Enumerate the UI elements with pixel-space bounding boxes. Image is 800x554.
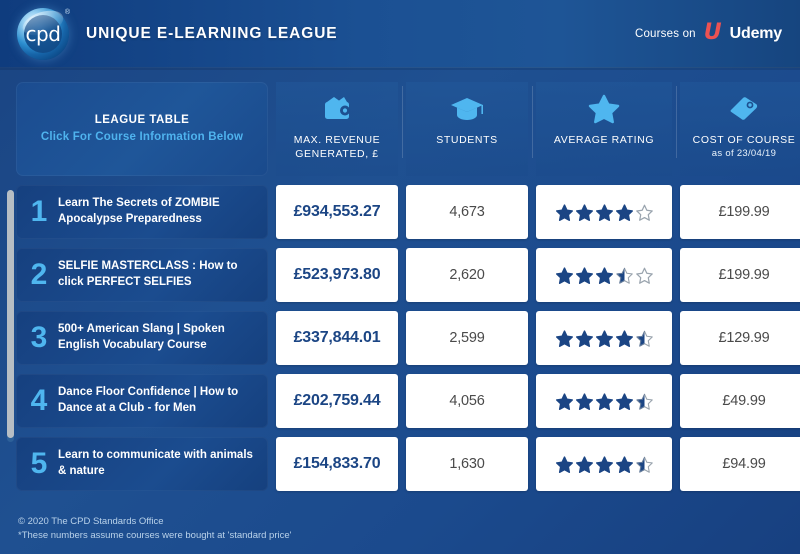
course-cell[interactable]: 4 Dance Floor Confidence | How to Dance a… (16, 374, 268, 428)
league-table-subtitle: Click For Course Information Below (40, 131, 244, 143)
column-header-revenue: MAX. REVENUE GENERATED, £ (276, 82, 398, 176)
cost-cell: £199.99 (680, 185, 800, 239)
star-rating (555, 455, 653, 473)
top-header-bar: cpd ® UNIQUE E-LEARNING LEAGUE Courses o… (0, 0, 800, 70)
course-title: Learn The Secrets of ZOMBIE Apocalypse P… (58, 197, 220, 225)
rating-cell (536, 437, 672, 491)
price-tag-icon (727, 92, 761, 126)
course-title: SELFIE MASTERCLASS : How to click PERFEC… (58, 260, 238, 288)
rank-number: 3 (30, 321, 48, 354)
course-cell[interactable]: 1 Learn The Secrets of ZOMBIE Apocalypse … (16, 185, 268, 239)
rating-cell (536, 374, 672, 428)
column-header-rating-label: AVERAGE RATING (553, 134, 655, 146)
revenue-value: £154,833.70 (293, 455, 381, 472)
students-value: 2,599 (449, 330, 485, 346)
udemy-attribution[interactable]: Courses on U Udemy (634, 19, 783, 45)
cost-value: £49.99 (722, 393, 766, 409)
star-rating (555, 392, 653, 410)
cost-cell: £199.99 (680, 248, 800, 302)
revenue-value: £202,759.44 (293, 392, 381, 409)
course-cell[interactable]: 5 Learn to communicate with animals & nat… (16, 437, 268, 491)
table-row[interactable]: 3 500+ American Slang | Spoken English Vo… (16, 311, 800, 365)
vertical-scrollbar-thumb[interactable] (7, 190, 14, 438)
course-cell[interactable]: 2 SELFIE MASTERCLASS : How to click PERFE… (16, 248, 268, 302)
column-header-students: STUDENTS (402, 82, 528, 176)
rating-cell (536, 311, 672, 365)
course-title: Learn to communicate with animals & natu… (58, 449, 253, 477)
column-header-cost: COST OF COURSE as of 23/04/19 (676, 82, 800, 176)
students-cell: 1,630 (406, 437, 528, 491)
registered-trademark-icon: ® (64, 8, 70, 16)
cpd-logo[interactable]: cpd ® (14, 5, 72, 63)
table-row[interactable]: 2 SELFIE MASTERCLASS : How to click PERFE… (16, 248, 800, 302)
cpd-logo-text: cpd (25, 21, 61, 46)
column-header-revenue-label: MAX. REVENUE GENERATED, £ (294, 133, 381, 161)
graduation-cap-icon (449, 92, 485, 126)
league-table: LEAGUE TABLE Click For Course Informatio… (0, 68, 800, 491)
column-header-rating: AVERAGE RATING (532, 82, 672, 176)
revenue-cell: £202,759.44 (276, 374, 398, 428)
revenue-cell: £154,833.70 (276, 437, 398, 491)
udemy-wordmark: Udemy (729, 24, 783, 42)
students-cell: 4,056 (406, 374, 528, 428)
footer: © 2020 The CPD Standards Office *These n… (18, 515, 291, 544)
star-rating (555, 329, 653, 347)
cpd-logo-ring-icon: cpd (17, 7, 69, 60)
rank-number: 4 (30, 384, 48, 417)
cost-value: £199.99 (718, 204, 770, 220)
vertical-scrollbar-track[interactable] (7, 190, 14, 442)
table-row[interactable]: 5 Learn to communicate with animals & nat… (16, 437, 800, 491)
rank-number: 5 (30, 447, 48, 480)
students-value: 1,630 (449, 456, 485, 472)
cost-cell: £94.99 (680, 437, 800, 491)
course-cell[interactable]: 3 500+ American Slang | Spoken English Vo… (16, 311, 268, 365)
course-title: 500+ American Slang | Spoken English Voc… (58, 323, 225, 351)
page-title: UNIQUE E-LEARNING LEAGUE (86, 24, 338, 42)
column-header-cost-label: COST OF COURSE (692, 134, 796, 146)
rating-cell (536, 248, 672, 302)
league-table-title: LEAGUE TABLE (94, 114, 190, 127)
students-value: 4,056 (449, 393, 485, 409)
students-cell: 2,620 (406, 248, 528, 302)
course-title: Dance Floor Confidence | How to Dance at… (58, 386, 239, 414)
league-table-title-panel[interactable]: LEAGUE TABLE Click For Course Informatio… (16, 82, 268, 176)
star-rating (555, 266, 653, 284)
revenue-label-line1: MAX. REVENUE (293, 134, 381, 146)
cost-value: £199.99 (718, 267, 770, 283)
students-value: 2,620 (449, 267, 485, 283)
cost-cell: £129.99 (680, 311, 800, 365)
cost-value: £129.99 (718, 330, 770, 346)
students-value: 4,673 (449, 204, 485, 220)
star-rating (555, 203, 653, 221)
column-header-students-label: STUDENTS (436, 134, 498, 146)
table-row[interactable]: 1 Learn The Secrets of ZOMBIE Apocalypse … (16, 185, 800, 239)
table-row[interactable]: 4 Dance Floor Confidence | How to Dance a… (16, 374, 800, 428)
students-cell: 4,673 (406, 185, 528, 239)
rank-number: 1 (30, 195, 48, 228)
revenue-label-line2: GENERATED, £ (295, 148, 379, 161)
table-body: 1 Learn The Secrets of ZOMBIE Apocalypse … (16, 185, 800, 491)
table-header-row: LEAGUE TABLE Click For Course Informatio… (16, 82, 800, 176)
students-cell: 2,599 (406, 311, 528, 365)
revenue-cell: £523,973.80 (276, 248, 398, 302)
cost-cell: £49.99 (680, 374, 800, 428)
revenue-value: £337,844.01 (293, 329, 381, 346)
cost-value: £94.99 (722, 456, 766, 472)
column-header-cost-sublabel: as of 23/04/19 (711, 148, 777, 160)
revenue-cell: £337,844.01 (276, 311, 398, 365)
footer-copyright: © 2020 The CPD Standards Office (18, 515, 164, 527)
wallet-icon (320, 92, 354, 126)
rating-cell (536, 185, 672, 239)
courses-on-label: Courses on (634, 27, 696, 40)
udemy-logo-icon: U (703, 19, 722, 45)
footer-note: *These numbers assume courses were bough… (18, 530, 292, 542)
revenue-cell: £934,553.27 (276, 185, 398, 239)
revenue-value: £523,973.80 (293, 266, 381, 283)
rank-number: 2 (30, 258, 48, 291)
star-icon (588, 92, 620, 126)
revenue-value: £934,553.27 (293, 203, 381, 220)
